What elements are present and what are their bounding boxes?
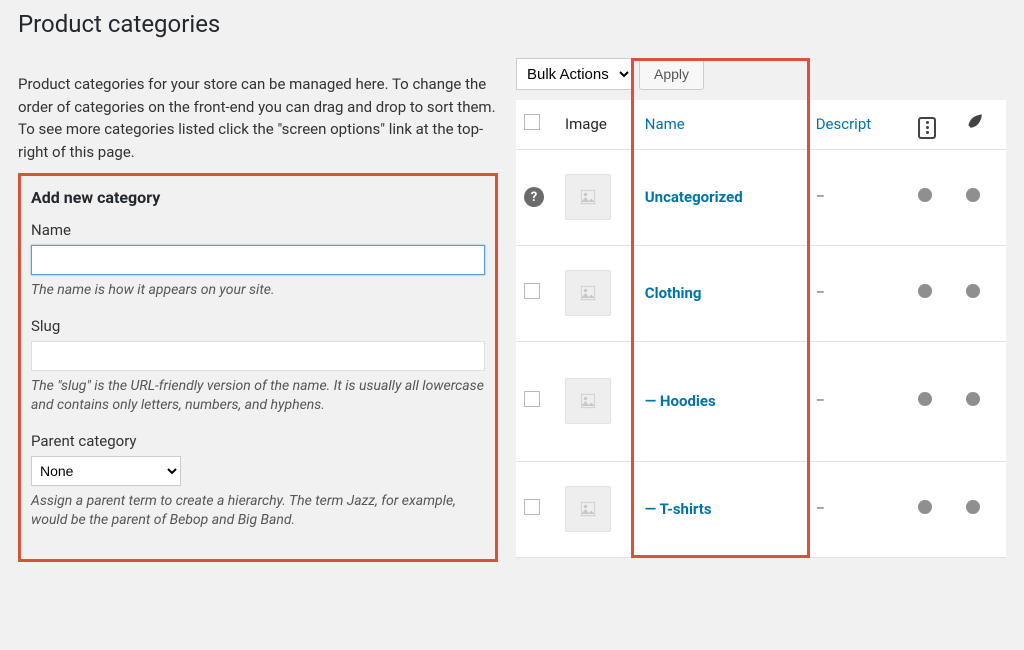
select-all-checkbox[interactable] <box>524 114 540 130</box>
category-thumbnail <box>565 378 611 424</box>
category-description: – <box>816 285 825 301</box>
categories-table: Image Name Descript ?Uncategorized–Cloth… <box>516 100 1006 558</box>
col-header-image: Image <box>557 100 637 149</box>
table-row: — Hoodies – <box>516 341 1006 461</box>
slug-help: The "slug" is the URL-friendly version o… <box>31 377 485 416</box>
row-checkbox[interactable] <box>524 499 540 515</box>
page-title: Product categories <box>18 10 1006 38</box>
category-thumbnail <box>565 486 611 532</box>
status-dot <box>966 188 980 202</box>
row-checkbox[interactable] <box>524 283 540 299</box>
category-name-link[interactable]: Uncategorized <box>645 188 743 206</box>
row-checkbox[interactable] <box>524 391 540 407</box>
intro-text: Product categories for your store can be… <box>18 73 498 163</box>
category-description: – <box>816 189 825 205</box>
add-category-form: Add new category Name The name is how it… <box>18 173 498 562</box>
feather-icon <box>966 118 986 136</box>
col-header-name[interactable]: Name <box>637 100 808 149</box>
status-dot <box>918 188 932 202</box>
status-dot <box>966 284 980 298</box>
category-name-link[interactable]: Clothing <box>645 284 702 302</box>
parent-label: Parent category <box>31 432 485 450</box>
status-dot <box>918 392 932 406</box>
table-row: — T-shirts – <box>516 461 1006 557</box>
column-options-icon[interactable] <box>918 117 936 139</box>
parent-help: Assign a parent term to create a hierarc… <box>31 492 485 531</box>
table-row: ? Uncategorized – <box>516 149 1006 245</box>
category-name-link[interactable]: — Hoodies <box>645 392 716 410</box>
table-row: Clothing – <box>516 245 1006 341</box>
status-dot <box>918 500 932 514</box>
apply-button[interactable]: Apply <box>639 58 704 90</box>
slug-input[interactable] <box>31 341 485 371</box>
form-heading: Add new category <box>31 188 485 207</box>
name-help: The name is how it appears on your site. <box>31 281 485 301</box>
category-description: – <box>816 501 825 517</box>
name-label: Name <box>31 221 485 239</box>
status-dot <box>966 500 980 514</box>
parent-select[interactable]: None <box>31 456 181 486</box>
slug-label: Slug <box>31 317 485 335</box>
status-dot <box>966 392 980 406</box>
name-input[interactable] <box>31 245 485 275</box>
category-name-link[interactable]: — T-shirts <box>645 500 712 518</box>
col-header-description[interactable]: Descript <box>808 100 911 149</box>
bulk-actions-select[interactable]: Bulk Actions <box>516 58 633 90</box>
category-description: – <box>816 393 825 409</box>
help-icon[interactable]: ? <box>524 187 544 207</box>
category-thumbnail <box>565 174 611 220</box>
category-thumbnail <box>565 270 611 316</box>
status-dot <box>918 284 932 298</box>
